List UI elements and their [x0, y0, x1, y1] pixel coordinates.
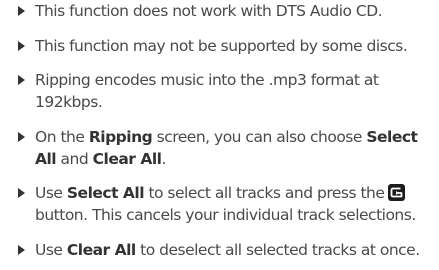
select-all-option-name: Select — [366, 128, 418, 146]
note-text: and — [56, 150, 93, 168]
note-line: Use Select All to select all tracks and … — [35, 182, 435, 205]
note-line: 192kbps. — [35, 93, 103, 111]
note-line: button. This cancels your individual tra… — [35, 206, 416, 224]
note-text: to deselect all selected tracks at once. — [135, 241, 420, 259]
note-text: to select all tracks and press the — [144, 184, 385, 202]
notes-list: This function does not work with DTS Aud… — [0, 0, 439, 270]
note-text: Use — [35, 184, 67, 202]
note-text: . — [161, 150, 166, 168]
triangle-bullet-icon — [18, 188, 25, 198]
triangle-bullet-icon — [18, 75, 25, 85]
triangle-bullet-icon — [18, 245, 25, 255]
note-line: Use Clear All to deselect all selected t… — [35, 239, 435, 262]
return-button-icon — [388, 184, 406, 201]
note-line: All and Clear All. — [35, 148, 435, 171]
select-all-option-name: Select All — [66, 184, 145, 202]
clear-all-option-name: Clear All — [92, 150, 162, 168]
note-text: On the — [35, 128, 89, 146]
ripping-screen-name: Ripping — [88, 128, 153, 146]
triangle-bullet-icon — [18, 132, 25, 142]
note-line: Ripping encodes music into the .mp3 form… — [35, 71, 379, 89]
note-line: This function does not work with DTS Aud… — [35, 2, 383, 20]
note-line: On the Ripping screen, you can also choo… — [35, 126, 435, 149]
note-text: Use — [35, 241, 67, 259]
note-text: screen, you can also choose — [152, 128, 367, 146]
triangle-bullet-icon — [18, 6, 25, 16]
note-line: This function may not be supported by so… — [35, 37, 408, 55]
select-all-option-name: All — [35, 150, 57, 168]
clear-all-option-name: Clear All — [66, 241, 136, 259]
triangle-bullet-icon — [18, 41, 25, 51]
